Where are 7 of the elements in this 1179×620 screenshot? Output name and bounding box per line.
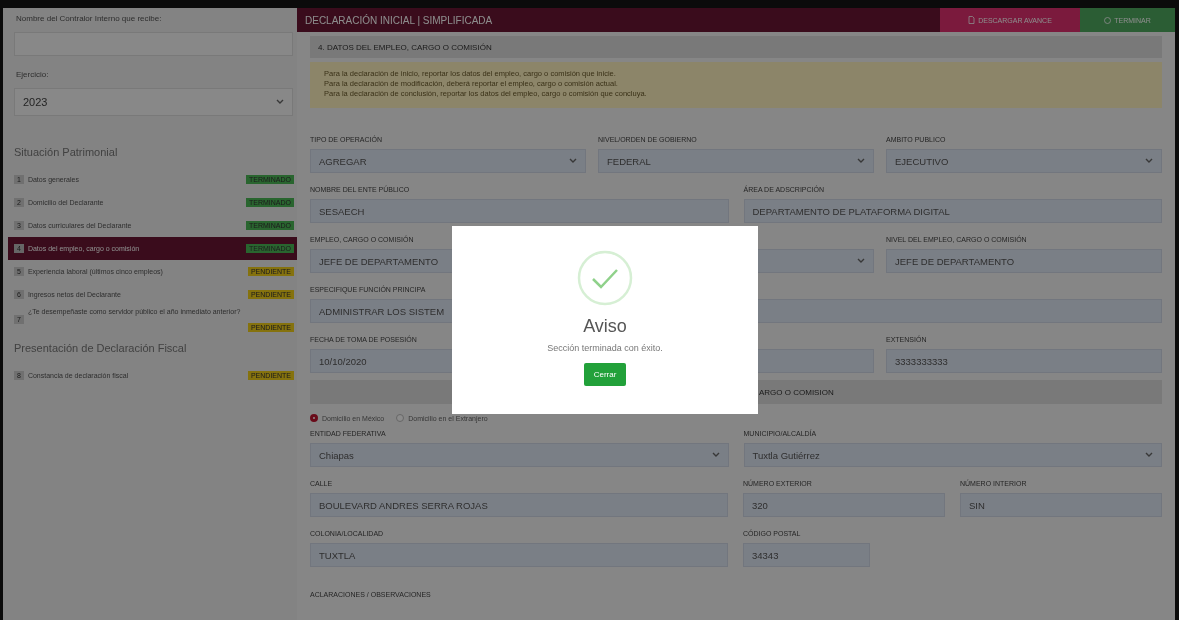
form-title: DECLARACIÓN INICIAL | SIMPLIFICADA: [304, 13, 494, 28]
dialog-title: Aviso: [583, 316, 627, 337]
section-heading: Situación Patrimonial: [13, 146, 119, 158]
section-heading: Presentación de Declaración Fiscal: [13, 342, 188, 354]
field-label: Nombre del Contralor Interno que recibe:: [15, 13, 163, 25]
section-title: 4. DATOS DEL EMPLEO, CARGO O COMISIÓN: [310, 36, 1162, 58]
field-label: Ejercicio:: [15, 69, 50, 81]
